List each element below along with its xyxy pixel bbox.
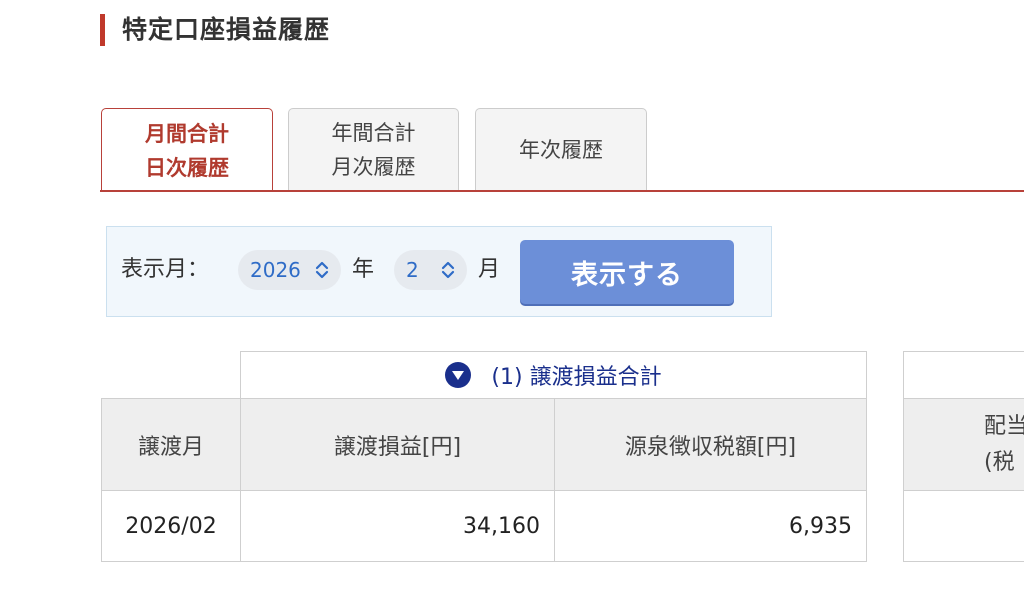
collapse-chevron-icon: [445, 362, 472, 388]
tab-label-line1: 年間合計: [331, 120, 416, 145]
tab-label: 年次履歴: [519, 137, 603, 162]
column-header-withholding-tax: 源泉徴収税額[円]: [554, 398, 867, 491]
tab-label-line2: 日次履歴: [145, 155, 229, 180]
month-select-value: 2: [406, 258, 419, 282]
tab-underline: [100, 190, 1024, 192]
group-header-transfer-gain-total[interactable]: (1) 譲渡損益合計: [240, 351, 867, 399]
title-accent-bar: [100, 14, 105, 46]
table-cell-transfer-gain: 34,160: [240, 490, 555, 562]
table-cell-withholding-tax: 6,935: [554, 490, 867, 562]
page-title: 特定口座損益履歴: [122, 15, 331, 44]
partial-column-header-dividend: 配当 (税: [903, 398, 1024, 491]
table-cell-month: 2026/02: [101, 490, 241, 562]
tab-annual-total-monthly-history[interactable]: 年間合計 月次履歴: [288, 108, 459, 190]
month-select[interactable]: 2: [394, 250, 467, 290]
show-button[interactable]: 表示する: [520, 240, 734, 304]
display-month-label: 表示月：: [121, 257, 210, 282]
partial-header-line2: (税: [984, 449, 1015, 475]
column-header-transfer-month: 譲渡月: [101, 398, 241, 491]
year-unit-label: 年: [352, 257, 375, 282]
month-unit-label: 月: [478, 257, 501, 282]
group-header-label: (1) 譲渡損益合計: [491, 365, 662, 390]
tab-label-line1: 月間合計: [145, 121, 229, 146]
tab-monthly-total-daily-history[interactable]: 月間合計 日次履歴: [101, 108, 273, 192]
page: 特定口座損益履歴 月間合計 日次履歴 年間合計 月次履歴 年次履歴 表示月： 2…: [0, 0, 1024, 593]
month-selector-panel: 表示月： 2026 年 2 月 表示する: [106, 226, 772, 317]
tab-label-line2: 月次履歴: [331, 154, 416, 179]
year-select-value: 2026: [250, 258, 301, 282]
updown-chevron-icon: [441, 261, 455, 279]
year-select[interactable]: 2026: [238, 250, 341, 290]
updown-chevron-icon: [315, 261, 329, 279]
partial-header-line1: 配当: [984, 413, 1024, 439]
tab-yearly-history[interactable]: 年次履歴: [475, 108, 647, 190]
column-header-transfer-gain: 譲渡損益[円]: [240, 398, 555, 491]
partial-table-cell: [903, 490, 1024, 562]
partial-group-header: [903, 351, 1024, 399]
